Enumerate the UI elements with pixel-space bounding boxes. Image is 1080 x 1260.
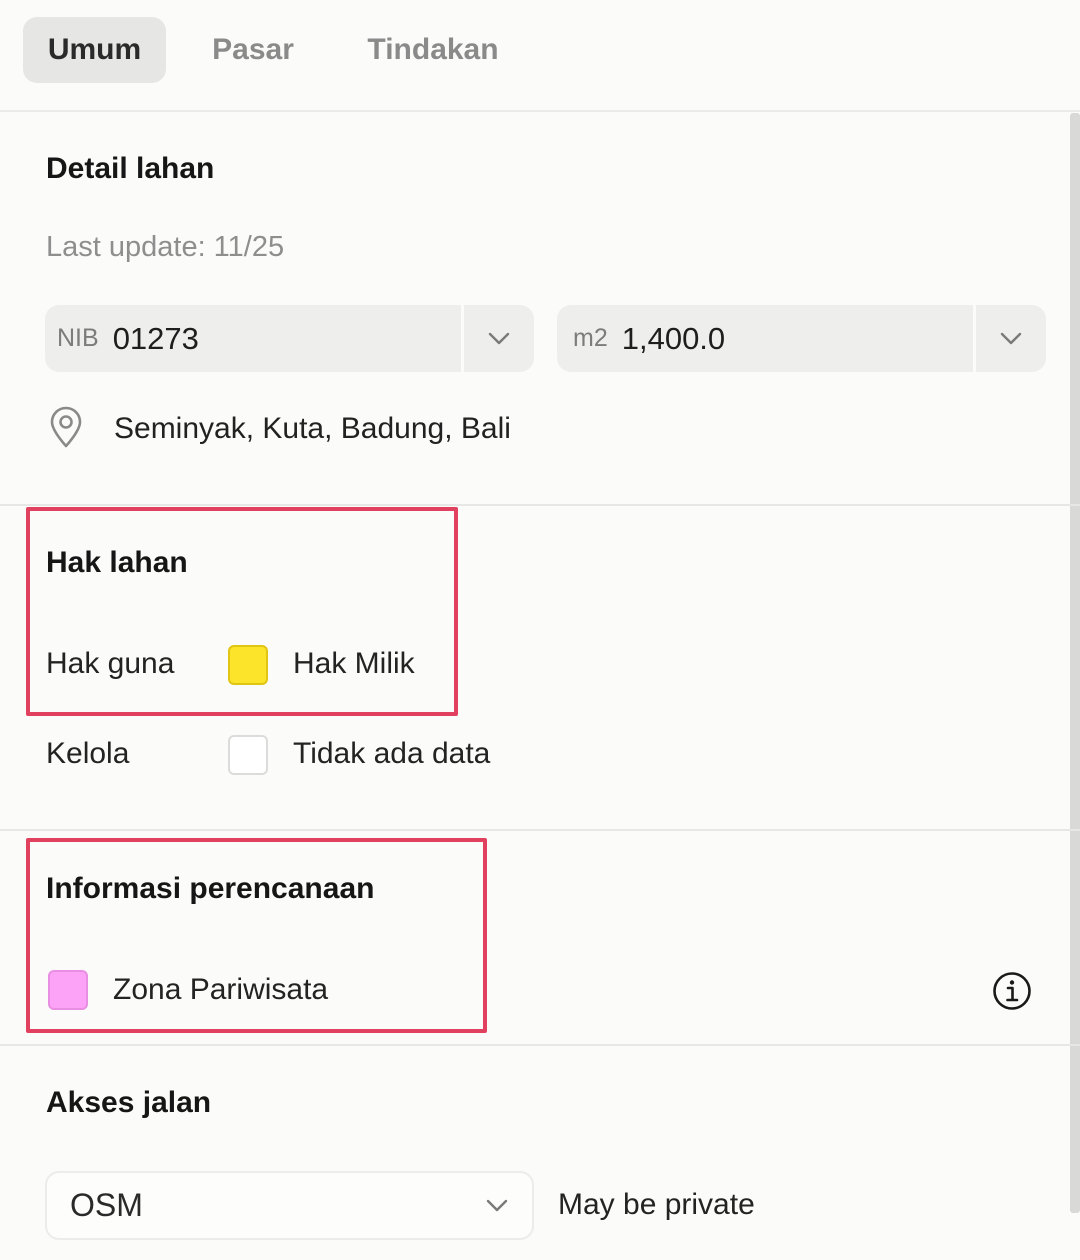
tab-pasar[interactable]: Pasar [188, 17, 318, 83]
tab-bar: Umum Pasar Tindakan [0, 0, 1080, 112]
road-access-note: May be private [558, 1188, 755, 1221]
divider [0, 504, 1080, 506]
kelola-swatch [228, 735, 268, 775]
location-row: Seminyak, Kuta, Badung, Bali [48, 405, 511, 453]
tab-tindakan[interactable]: Tindakan [338, 17, 528, 83]
nib-value: 01273 [112, 320, 199, 356]
divider [0, 1044, 1080, 1046]
detail-lahan-title: Detail lahan [46, 152, 215, 185]
area-value: 1,400.0 [621, 320, 726, 356]
kelola-label: Kelola [46, 737, 130, 770]
chevron-down-icon[interactable] [462, 1199, 532, 1213]
map-pin-icon [48, 405, 84, 454]
tab-umum[interactable]: Umum [23, 17, 166, 83]
area-select[interactable]: m2 1,400.0 [557, 305, 1046, 372]
nib-select[interactable]: NIB 01273 [45, 305, 534, 372]
highlight-box-perencanaan [26, 838, 487, 1033]
scrollbar[interactable] [1070, 113, 1080, 1213]
divider [0, 829, 1080, 831]
kelola-value: Tidak ada data [293, 737, 491, 770]
akses-jalan-title: Akses jalan [46, 1086, 212, 1119]
road-source-value: OSM [70, 1187, 143, 1223]
nib-prefix: NIB [57, 324, 99, 352]
area-prefix: m2 [573, 324, 608, 352]
highlight-box-hak-lahan [26, 507, 458, 716]
road-source-select[interactable]: OSM [45, 1171, 534, 1240]
chevron-down-icon[interactable] [976, 305, 1046, 372]
last-update-text: Last update: 11/25 [46, 231, 285, 263]
chevron-down-icon[interactable] [464, 305, 534, 372]
info-icon[interactable] [992, 971, 1032, 1011]
location-text: Seminyak, Kuta, Badung, Bali [114, 412, 511, 445]
